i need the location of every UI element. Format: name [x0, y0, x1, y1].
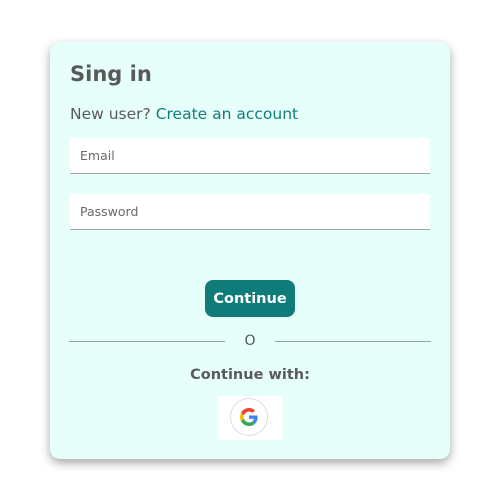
continue-button[interactable]: Continue	[205, 280, 295, 317]
signin-card: Sing in New user? Create an account Cont…	[50, 42, 450, 459]
continue-with-label: Continue with:	[190, 367, 310, 383]
divider-text: O	[244, 333, 256, 349]
google-icon	[230, 398, 268, 436]
divider-line-left	[69, 341, 225, 342]
new-user-text: New user?	[70, 105, 156, 123]
signup-prompt: New user? Create an account	[70, 105, 298, 123]
password-field[interactable]	[70, 194, 430, 230]
divider-line-right	[275, 341, 431, 342]
page-title: Sing in	[70, 62, 152, 86]
google-signin-button[interactable]	[218, 396, 282, 440]
create-account-link[interactable]: Create an account	[156, 105, 298, 123]
email-field[interactable]	[70, 138, 430, 174]
